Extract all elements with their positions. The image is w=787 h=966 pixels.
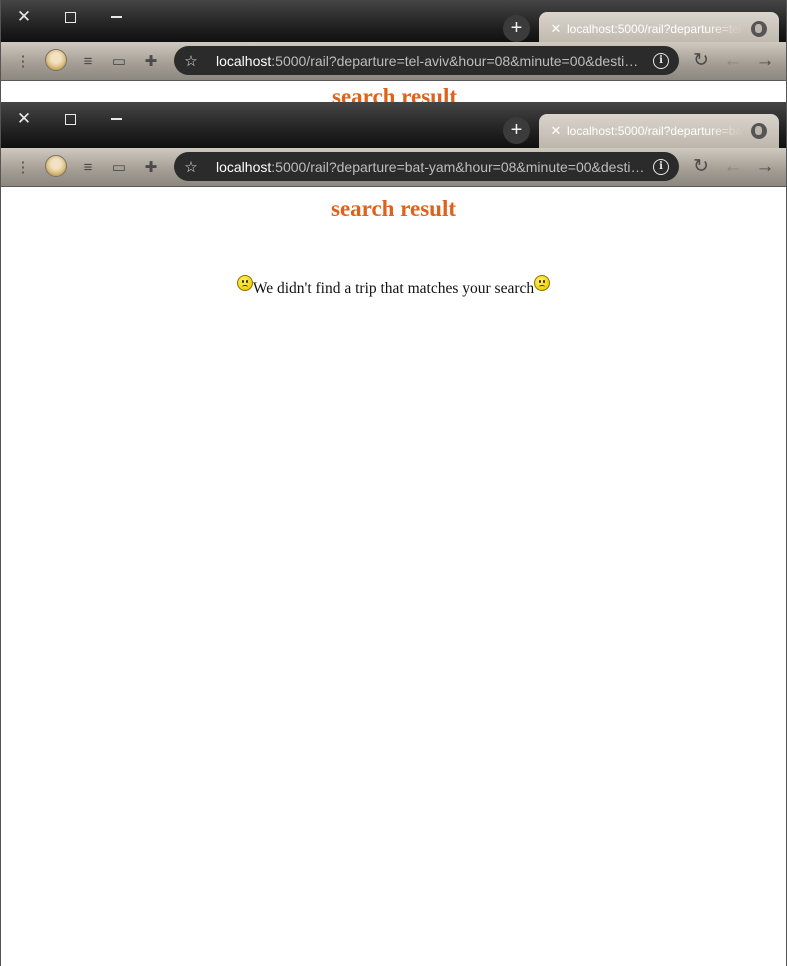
close-icon: ✕ (16, 109, 32, 128)
maximize-icon (64, 11, 76, 23)
browser-tab[interactable]: ✕ localhost:5000/rail?departure=tel-aviv… (539, 12, 779, 46)
title-bar: ✕ + ✕ localhost:5000/rail?departure=bat-… (1, 102, 786, 148)
forward-arrow-icon[interactable]: → (755, 51, 775, 71)
reload-icon[interactable]: ↻ (691, 51, 711, 71)
cast-icon[interactable]: ▭ (109, 51, 129, 71)
back-arrow-icon[interactable]: ← (723, 51, 743, 71)
page-content: search result We didn't find a trip that… (1, 187, 786, 966)
back-arrow-icon[interactable]: ← (723, 157, 743, 177)
bookmark-star-icon[interactable]: ☆ (180, 52, 202, 70)
browser-tab[interactable]: ✕ localhost:5000/rail?departure=bat-yam&… (539, 114, 779, 148)
title-bar: ✕ + ✕ localhost:5000/rail?departure=tel-… (1, 0, 786, 46)
cast-icon[interactable]: ▭ (109, 157, 129, 177)
url-host: localhost (216, 158, 272, 175)
extensions-icon[interactable]: ✚ (141, 157, 161, 177)
profile-avatar[interactable] (45, 155, 67, 177)
browser-toolbar: ⋮ ≡ ▭ ✚ ☆ localhost:5000/rail?departure=… (1, 42, 786, 81)
close-window-button[interactable]: ✕ (13, 108, 35, 130)
close-tab-icon[interactable]: ✕ (545, 21, 567, 37)
site-info-icon[interactable]: i (653, 52, 669, 69)
minimize-window-button[interactable] (105, 6, 127, 28)
maximize-window-button[interactable] (59, 108, 81, 130)
background-browser-window: ✕ + ✕ localhost:5000/rail?departure=tel-… (0, 0, 787, 102)
new-tab-button[interactable]: + (503, 15, 530, 42)
site-info-icon[interactable]: i (653, 158, 669, 175)
reload-icon[interactable]: ↻ (691, 157, 711, 177)
sad-face-icon (534, 275, 551, 291)
menu-dots-icon[interactable]: ⋮ (13, 51, 33, 71)
globe-icon (751, 21, 767, 37)
background-page-heading: search result (332, 84, 457, 102)
tab-title: localhost:5000/rail?departure=bat-yam&ho… (567, 124, 745, 138)
tab-title: localhost:5000/rail?departure=tel-aviv&h… (567, 22, 745, 36)
browser-toolbar: ⋮ ≡ ▭ ✚ ☆ localhost:5000/rail?departure=… (1, 148, 786, 187)
sad-face-icon (236, 275, 253, 291)
plus-icon: + (510, 17, 523, 39)
url-path: :5000/rail?departure=tel-aviv&hour=08&mi… (271, 52, 645, 69)
globe-icon (751, 123, 767, 139)
reading-list-icon[interactable]: ≡ (78, 51, 98, 71)
plus-icon: + (510, 119, 523, 141)
reading-list-icon[interactable]: ≡ (78, 157, 98, 177)
profile-avatar[interactable] (45, 49, 67, 71)
extensions-icon[interactable]: ✚ (141, 51, 161, 71)
url-path: :5000/rail?departure=bat-yam&hour=08&min… (271, 158, 645, 175)
address-bar[interactable]: ☆ localhost:5000/rail?departure=bat-yam&… (174, 152, 679, 181)
new-tab-button[interactable]: + (503, 117, 530, 144)
maximize-window-button[interactable] (59, 6, 81, 28)
url-host: localhost (216, 52, 272, 69)
forward-arrow-icon[interactable]: → (755, 157, 775, 177)
minimize-icon (110, 118, 122, 120)
maximize-icon (64, 113, 76, 125)
address-bar[interactable]: ☆ localhost:5000/rail?departure=tel-aviv… (174, 46, 679, 75)
no-results-message: We didn't find a trip that matches your … (1, 275, 786, 298)
url-text[interactable]: localhost:5000/rail?departure=bat-yam&ho… (216, 159, 645, 175)
close-window-button[interactable]: ✕ (13, 6, 35, 28)
bookmark-star-icon[interactable]: ☆ (180, 158, 202, 176)
page-title: search result (331, 196, 456, 221)
minimize-window-button[interactable] (105, 108, 127, 130)
no-results-text: We didn't find a trip that matches your … (252, 280, 535, 297)
url-text[interactable]: localhost:5000/rail?departure=tel-aviv&h… (216, 53, 645, 69)
close-tab-icon[interactable]: ✕ (545, 123, 567, 139)
close-icon: ✕ (16, 7, 32, 26)
minimize-icon (110, 16, 122, 18)
menu-dots-icon[interactable]: ⋮ (13, 157, 33, 177)
foreground-browser-window: ✕ + ✕ localhost:5000/rail?departure=bat-… (0, 102, 787, 966)
